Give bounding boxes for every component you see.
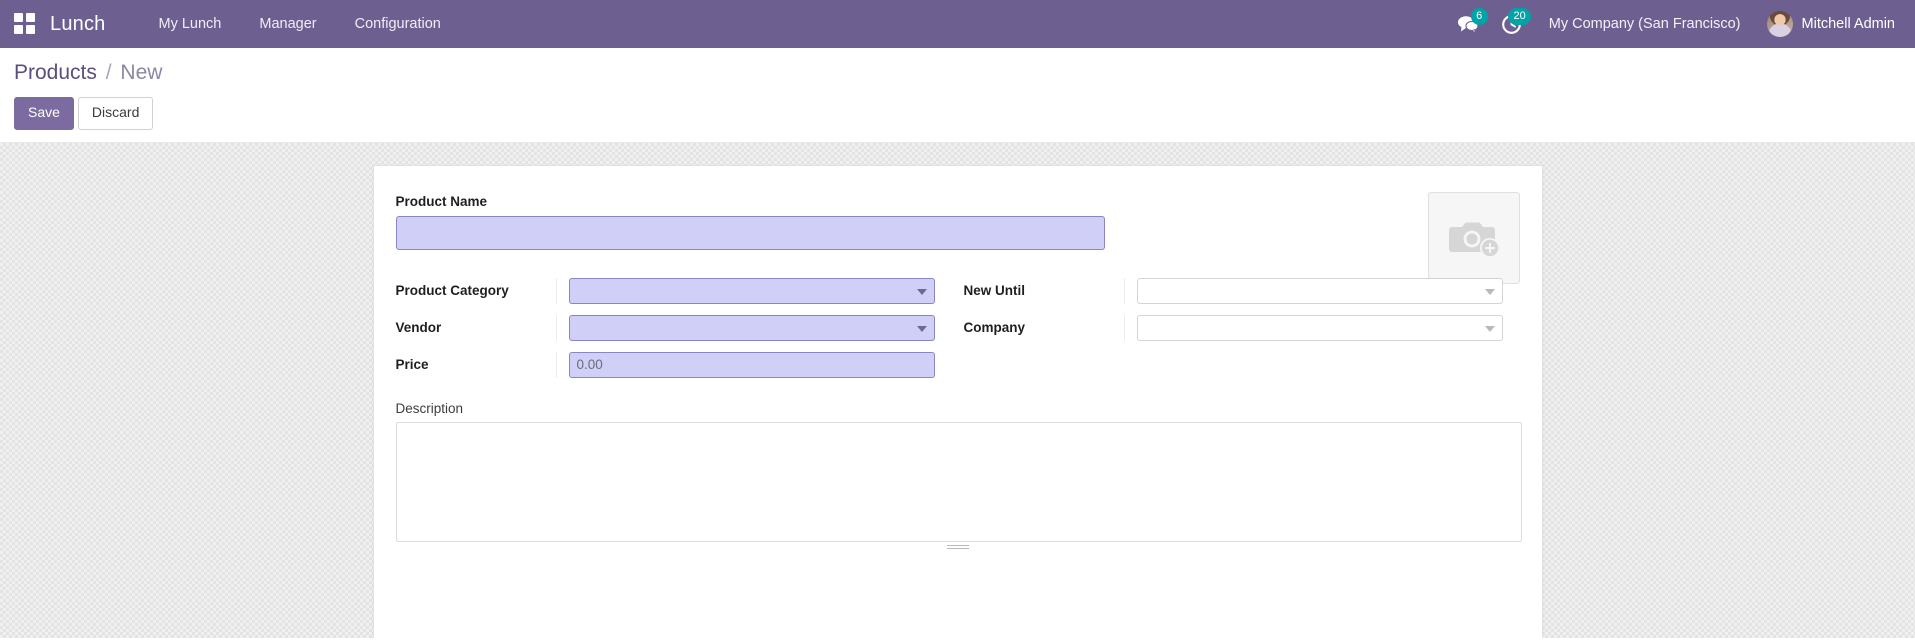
apps-grid-icon[interactable] <box>14 13 36 35</box>
product-category-input[interactable] <box>569 278 935 304</box>
control-panel: Products / New Save Discard <box>0 48 1915 143</box>
product-name-label: Product Name <box>396 194 1520 209</box>
description-label: Description <box>396 401 1520 416</box>
field-row-new-until: New Until <box>964 276 1519 306</box>
vendor-input[interactable] <box>569 315 935 341</box>
description-resize-handle[interactable] <box>947 545 969 552</box>
company-label: Company <box>964 320 1124 335</box>
field-column-right: New Until Company <box>964 276 1519 387</box>
user-menu[interactable]: Mitchell Admin <box>1757 0 1901 48</box>
new-until-label: New Until <box>964 283 1124 298</box>
nav-item-manager[interactable]: Manager <box>240 0 335 48</box>
nav-item-configuration[interactable]: Configuration <box>336 0 460 48</box>
camera-add-icon <box>1446 216 1502 260</box>
field-column-left: Product Category Vendor Price <box>396 276 951 387</box>
top-navbar: Lunch My Lunch Manager Configuration 6 2… <box>0 0 1915 48</box>
apps-grid-cell <box>26 13 35 22</box>
field-columns: Product Category Vendor Price <box>396 276 1520 387</box>
product-name-input[interactable] <box>396 216 1105 250</box>
company-control <box>1124 315 1519 341</box>
vendor-control <box>556 315 951 341</box>
new-until-input[interactable] <box>1137 278 1503 304</box>
form-sheet: Product Name Product Category Vendor <box>373 165 1543 638</box>
navbar-right-group: 6 20 My Company (San Francisco) Mitchell… <box>1446 0 1915 48</box>
user-avatar <box>1767 11 1793 37</box>
breadcrumb-item-products[interactable]: Products <box>14 61 97 84</box>
breadcrumb-item-current: New <box>120 61 162 84</box>
discard-button[interactable]: Discard <box>78 97 153 130</box>
description-group: Description <box>396 401 1520 552</box>
vendor-label: Vendor <box>396 320 556 335</box>
field-row-company: Company <box>964 313 1519 343</box>
save-button[interactable]: Save <box>14 97 74 130</box>
resize-grip-line <box>947 548 969 549</box>
app-brand-lunch[interactable]: Lunch <box>50 13 106 36</box>
product-name-group: Product Name <box>396 194 1520 250</box>
apps-grid-cell <box>14 25 23 34</box>
breadcrumb: Products / New <box>0 62 1915 83</box>
new-until-control <box>1124 278 1519 304</box>
field-row-product-category: Product Category <box>396 276 951 306</box>
resize-grip-line <box>947 545 969 546</box>
price-control <box>556 352 951 378</box>
user-name-label: Mitchell Admin <box>1802 16 1895 32</box>
messages-count-badge: 6 <box>1471 8 1488 25</box>
field-row-price: Price <box>396 350 951 380</box>
company-input[interactable] <box>1137 315 1503 341</box>
activity-count-badge: 20 <box>1508 8 1530 25</box>
company-switcher[interactable]: My Company (San Francisco) <box>1533 0 1757 48</box>
price-input[interactable] <box>569 352 935 378</box>
breadcrumb-separator: / <box>106 61 112 84</box>
description-textarea[interactable] <box>396 422 1522 542</box>
price-label: Price <box>396 357 556 372</box>
field-row-vendor: Vendor <box>396 313 951 343</box>
messages-menu[interactable]: 6 <box>1446 0 1490 48</box>
form-background: Product Name Product Category Vendor <box>0 143 1915 638</box>
product-image-upload[interactable] <box>1428 192 1520 284</box>
nav-item-my-lunch[interactable]: My Lunch <box>140 0 241 48</box>
product-category-label: Product Category <box>396 283 556 298</box>
apps-grid-cell <box>14 13 23 22</box>
product-category-control <box>556 278 951 304</box>
activity-menu[interactable]: 20 <box>1490 0 1533 48</box>
apps-grid-cell <box>26 25 35 34</box>
form-action-buttons: Save Discard <box>0 97 1915 142</box>
